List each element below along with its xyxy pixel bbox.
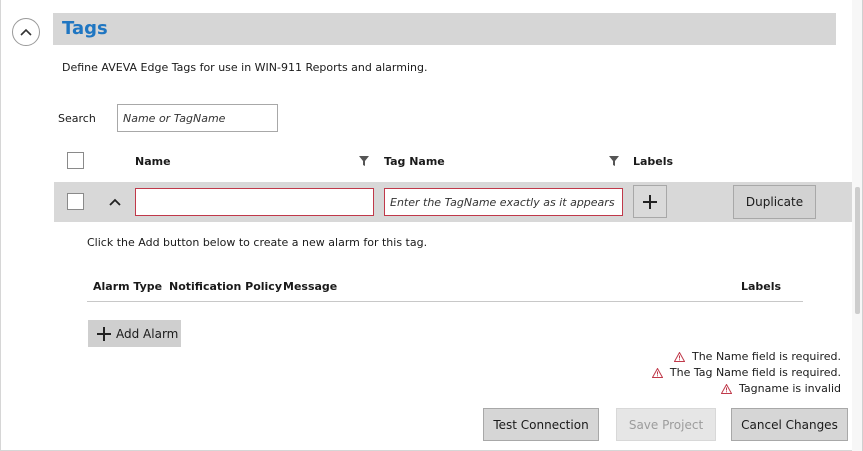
chevron-up-icon[interactable] — [108, 195, 122, 209]
column-header-tag-name: Tag Name — [384, 155, 445, 168]
alarm-column-notification-policy: Notification Policy — [169, 280, 282, 293]
alarm-column-alarm-type: Alarm Type — [93, 280, 163, 293]
add-label-button[interactable] — [633, 185, 667, 218]
warning-icon — [721, 383, 733, 394]
divider — [87, 301, 803, 302]
error-text: The Tag Name field is required. — [669, 366, 841, 379]
column-header-labels: Labels — [633, 155, 674, 168]
add-alarm-button[interactable]: Add Alarm — [88, 320, 181, 347]
search-label: Search — [58, 112, 96, 125]
cancel-changes-button[interactable]: Cancel Changes — [731, 408, 848, 441]
test-connection-button[interactable]: Test Connection — [483, 408, 599, 441]
collapse-section-button[interactable] — [12, 18, 40, 46]
section-description: Define AVEVA Edge Tags for use in WIN-91… — [62, 61, 428, 74]
chevron-up-icon — [20, 28, 32, 36]
validation-error: The Name field is required. — [673, 350, 841, 363]
plus-icon — [643, 194, 657, 209]
add-alarm-label: Add Alarm — [116, 326, 179, 341]
plus-icon — [97, 326, 111, 341]
section-title: Tags — [62, 18, 108, 39]
search-input[interactable] — [117, 104, 278, 132]
warning-icon — [651, 367, 663, 378]
column-header-name: Name — [135, 155, 171, 168]
alarm-column-labels: Labels — [741, 280, 782, 293]
row-checkbox[interactable] — [67, 193, 84, 210]
save-project-button[interactable]: Save Project — [616, 408, 716, 441]
error-text: Tagname is invalid — [739, 382, 841, 395]
validation-error: The Tag Name field is required. — [651, 366, 841, 379]
error-text: The Name field is required. — [691, 350, 841, 363]
validation-error: Tagname is invalid — [721, 382, 841, 395]
filter-icon[interactable] — [359, 156, 369, 166]
alarm-info-text: Click the Add button below to create a n… — [87, 236, 428, 249]
section-header: Tags — [53, 13, 836, 45]
duplicate-button[interactable]: Duplicate — [733, 185, 816, 219]
select-all-checkbox[interactable] — [67, 152, 84, 169]
scrollbar-thumb[interactable] — [855, 187, 860, 314]
tag-name-field[interactable] — [135, 188, 374, 216]
alarm-column-message: Message — [283, 280, 338, 293]
warning-icon — [673, 351, 685, 362]
filter-icon[interactable] — [609, 156, 619, 166]
tagname-field[interactable] — [384, 188, 623, 216]
